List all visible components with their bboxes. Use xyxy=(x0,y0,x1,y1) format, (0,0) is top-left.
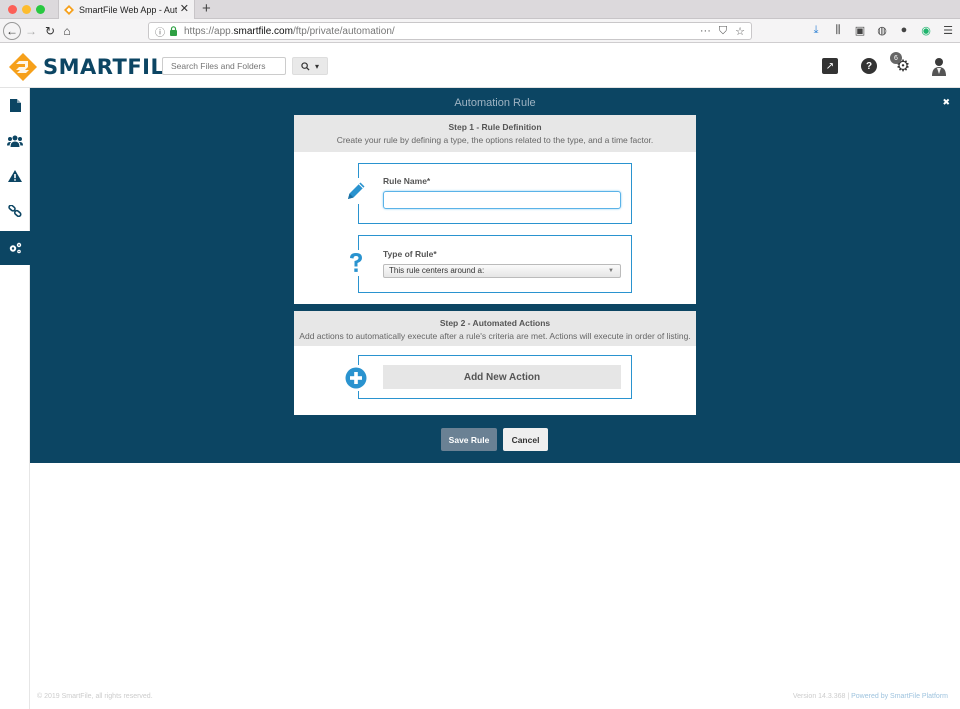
evernote-icon[interactable]: ● xyxy=(898,23,910,37)
rule-name-input[interactable] xyxy=(383,191,621,209)
cancel-button[interactable]: Cancel xyxy=(503,428,548,451)
powered-by-link[interactable]: Powered by SmartFile Platform xyxy=(851,693,948,700)
help-icon[interactable]: ? xyxy=(861,58,877,74)
lock-icon xyxy=(170,26,177,36)
window-maximize-button[interactable] xyxy=(36,5,45,14)
rule-type-label: Type of Rule* xyxy=(383,249,437,259)
footer-version: Version 14.3.368 | Powered by SmartFile … xyxy=(793,693,948,700)
step1-header: Step 1 - Rule Definition Create your rul… xyxy=(294,115,696,152)
smartfile-logo-icon xyxy=(9,53,37,81)
home-icon[interactable]: ⌂ xyxy=(60,22,74,40)
notification-badge[interactable]: 6 xyxy=(890,52,902,64)
pencil-icon xyxy=(343,178,369,204)
reload-icon[interactable]: ↻ xyxy=(43,22,57,40)
step1-card: Step 1 - Rule Definition Create your rul… xyxy=(294,115,696,304)
plus-circle-icon[interactable] xyxy=(343,365,369,391)
sidebar-item-users[interactable] xyxy=(0,124,30,158)
step1-description: Create your rule by defining a type, the… xyxy=(336,135,654,145)
bookmark-star-icon[interactable]: ☆ xyxy=(735,25,745,38)
forward-arrow-icon[interactable]: → xyxy=(24,22,38,40)
avatar[interactable] xyxy=(930,56,948,76)
sidebar-item-links[interactable] xyxy=(0,194,30,228)
browser-tab[interactable]: SmartFile Web App - Automatio ✕ xyxy=(58,0,195,19)
tab-close-icon[interactable]: ✕ xyxy=(180,4,189,15)
step2-card: Step 2 - Automated Actions Add actions t… xyxy=(294,311,696,415)
version-text: Version 14.3.368 | xyxy=(792,693,852,700)
sidebar-item-files[interactable] xyxy=(0,88,30,122)
step2-header: Step 2 - Automated Actions Add actions t… xyxy=(294,311,696,346)
dropdown-arrow-icon: ▼ xyxy=(608,268,614,274)
search-input[interactable] xyxy=(162,57,286,75)
window-close-button[interactable] xyxy=(8,5,17,14)
sidebar-item-alerts[interactable] xyxy=(0,159,30,193)
add-new-action-button[interactable]: Add New Action xyxy=(383,365,621,389)
sidebar xyxy=(0,88,30,709)
browser-navbar: ← → ↻ ⌂ ⓘ https://app. smartfile.com/ftp/… xyxy=(0,19,960,43)
site-info-icon[interactable]: ⓘ xyxy=(155,24,165,39)
window-minimize-button[interactable] xyxy=(22,5,31,14)
rule-type-selected: This rule centers around a: xyxy=(389,266,485,275)
link-icon xyxy=(8,205,22,217)
sidebar-item-automation[interactable] xyxy=(0,231,30,265)
back-arrow-icon[interactable]: ← xyxy=(3,22,21,40)
file-icon xyxy=(9,98,21,112)
new-tab-button[interactable]: + xyxy=(202,1,211,17)
users-icon xyxy=(7,135,23,147)
library-icon[interactable]: ⫼ xyxy=(832,23,844,37)
grammarly-icon[interactable]: ◉ xyxy=(920,23,932,37)
hamburger-menu-icon[interactable]: ☰ xyxy=(942,23,954,37)
step2-title: Step 2 - Automated Actions xyxy=(439,318,551,328)
add-action-box: Add New Action xyxy=(343,355,632,399)
smartfile-logo[interactable]: SMARTFILE xyxy=(8,52,179,82)
step2-description: Add actions to automatically execute aft… xyxy=(299,331,691,341)
url-host: smartfile.com xyxy=(233,25,293,37)
smartfile-favicon-icon xyxy=(64,4,74,15)
rule-type-select[interactable]: This rule centers around a: ▼ xyxy=(383,264,621,278)
chevron-down-icon: ▾ xyxy=(314,61,319,71)
browser-toolbar: ⤓ ⫼ ▣ ◍ ● ◉ ☰ xyxy=(810,23,954,37)
url-path: /ftp/private/automation/ xyxy=(292,25,395,37)
pocket-icon[interactable]: ⛉ xyxy=(719,25,727,38)
download-icon[interactable]: ⤓ xyxy=(810,23,822,37)
share-link-icon[interactable]: ↗ xyxy=(822,58,838,74)
url-prefix: https://app. xyxy=(184,25,234,37)
sidebar-toggle-icon[interactable]: ▣ xyxy=(854,23,866,37)
warning-icon xyxy=(8,170,22,182)
save-rule-button[interactable]: Save Rule xyxy=(441,428,497,451)
rule-name-box: Rule Name* xyxy=(343,163,632,224)
rule-name-label: Rule Name* xyxy=(383,176,431,186)
step1-title: Step 1 - Rule Definition xyxy=(448,122,542,132)
tab-title: SmartFile Web App - Automatio xyxy=(79,4,177,15)
footer-copyright: © 2019 SmartFile, all rights reserved. xyxy=(37,693,153,700)
close-icon[interactable]: ✖ xyxy=(942,97,950,108)
search-icon xyxy=(301,61,310,71)
automation-panel: Automation Rule ✖ Step 1 - Rule Definiti… xyxy=(30,88,960,463)
logo-wordmark: SMARTFILE xyxy=(43,55,180,79)
page-title: Automation Rule xyxy=(454,97,536,109)
extension-icon[interactable]: ◍ xyxy=(876,23,888,37)
page-actions-icon[interactable]: ··· xyxy=(700,25,711,38)
search-button[interactable]: ▾ xyxy=(292,57,328,75)
app-header: SMARTFILE ▾ ↗ ? ⚙ 6 xyxy=(0,44,960,88)
gears-icon xyxy=(9,242,22,254)
question-icon xyxy=(343,250,369,276)
rule-type-box: Type of Rule* This rule centers around a… xyxy=(343,235,632,293)
browser-titlebar: SmartFile Web App - Automatio ✕ + xyxy=(0,0,960,19)
address-bar[interactable]: ⓘ https://app. smartfile.com/ftp/private/… xyxy=(148,22,752,40)
